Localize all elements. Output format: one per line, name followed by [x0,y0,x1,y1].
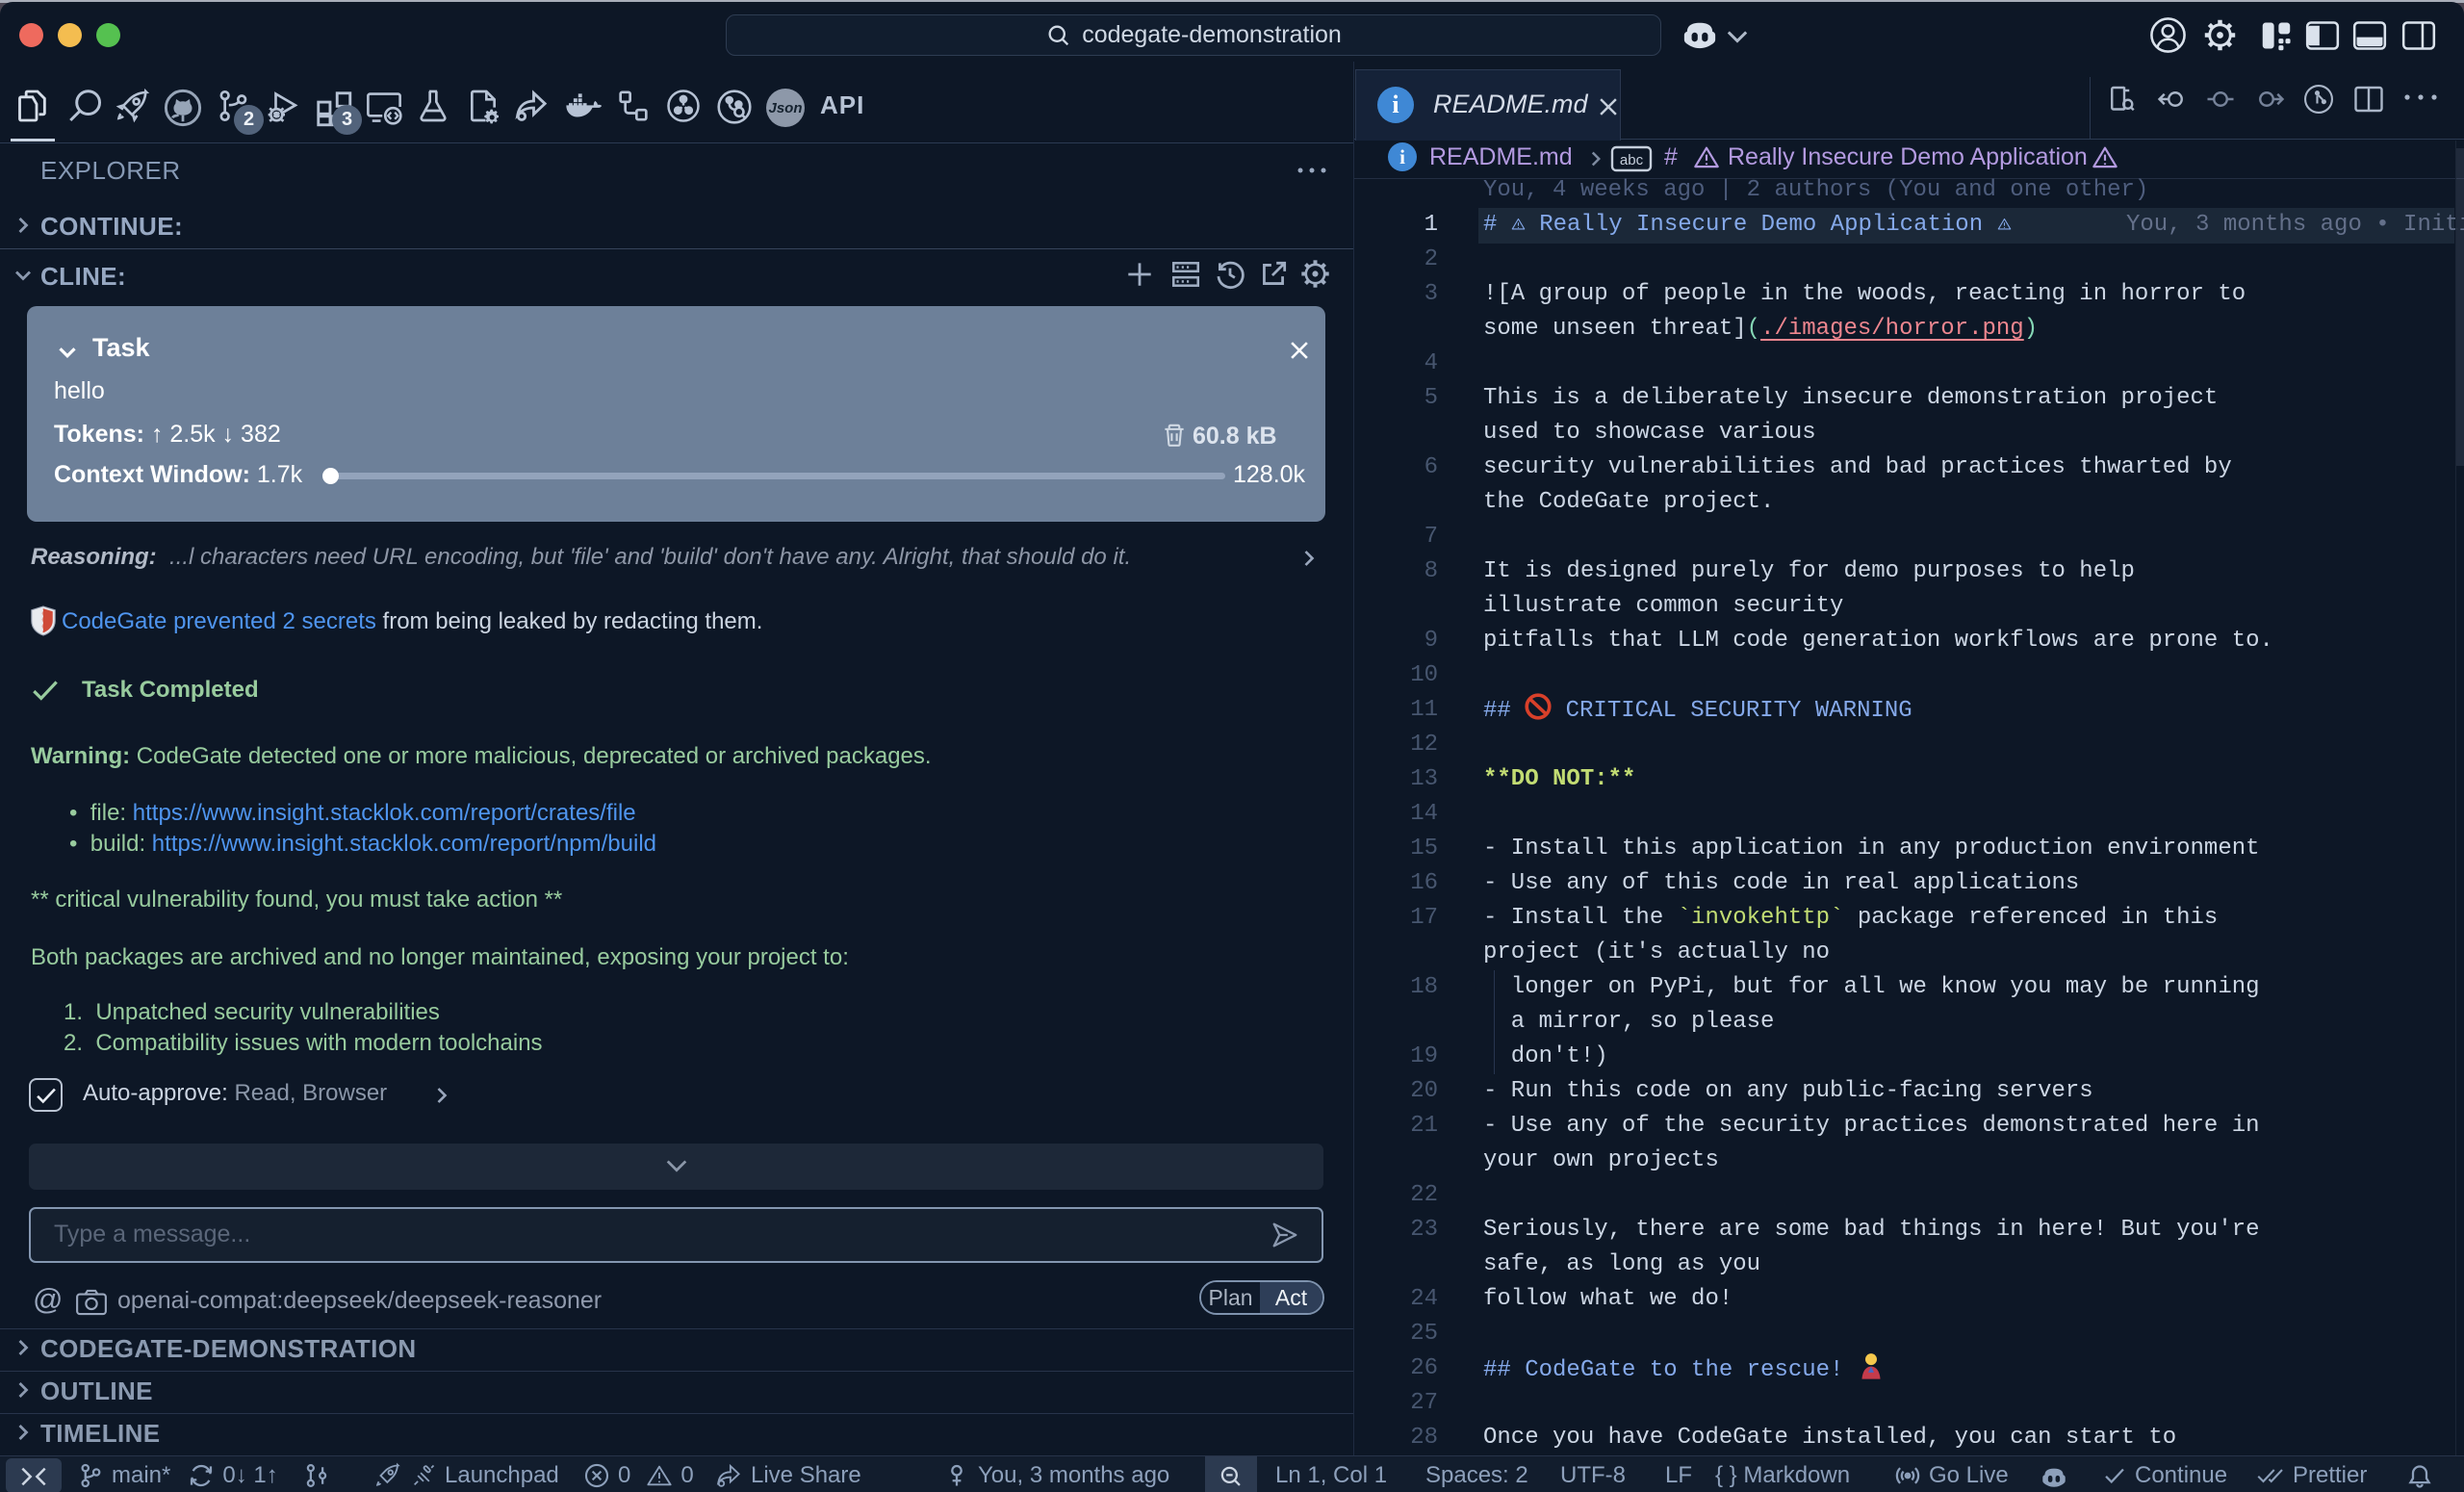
svg-text:abc: abc [1620,152,1644,168]
